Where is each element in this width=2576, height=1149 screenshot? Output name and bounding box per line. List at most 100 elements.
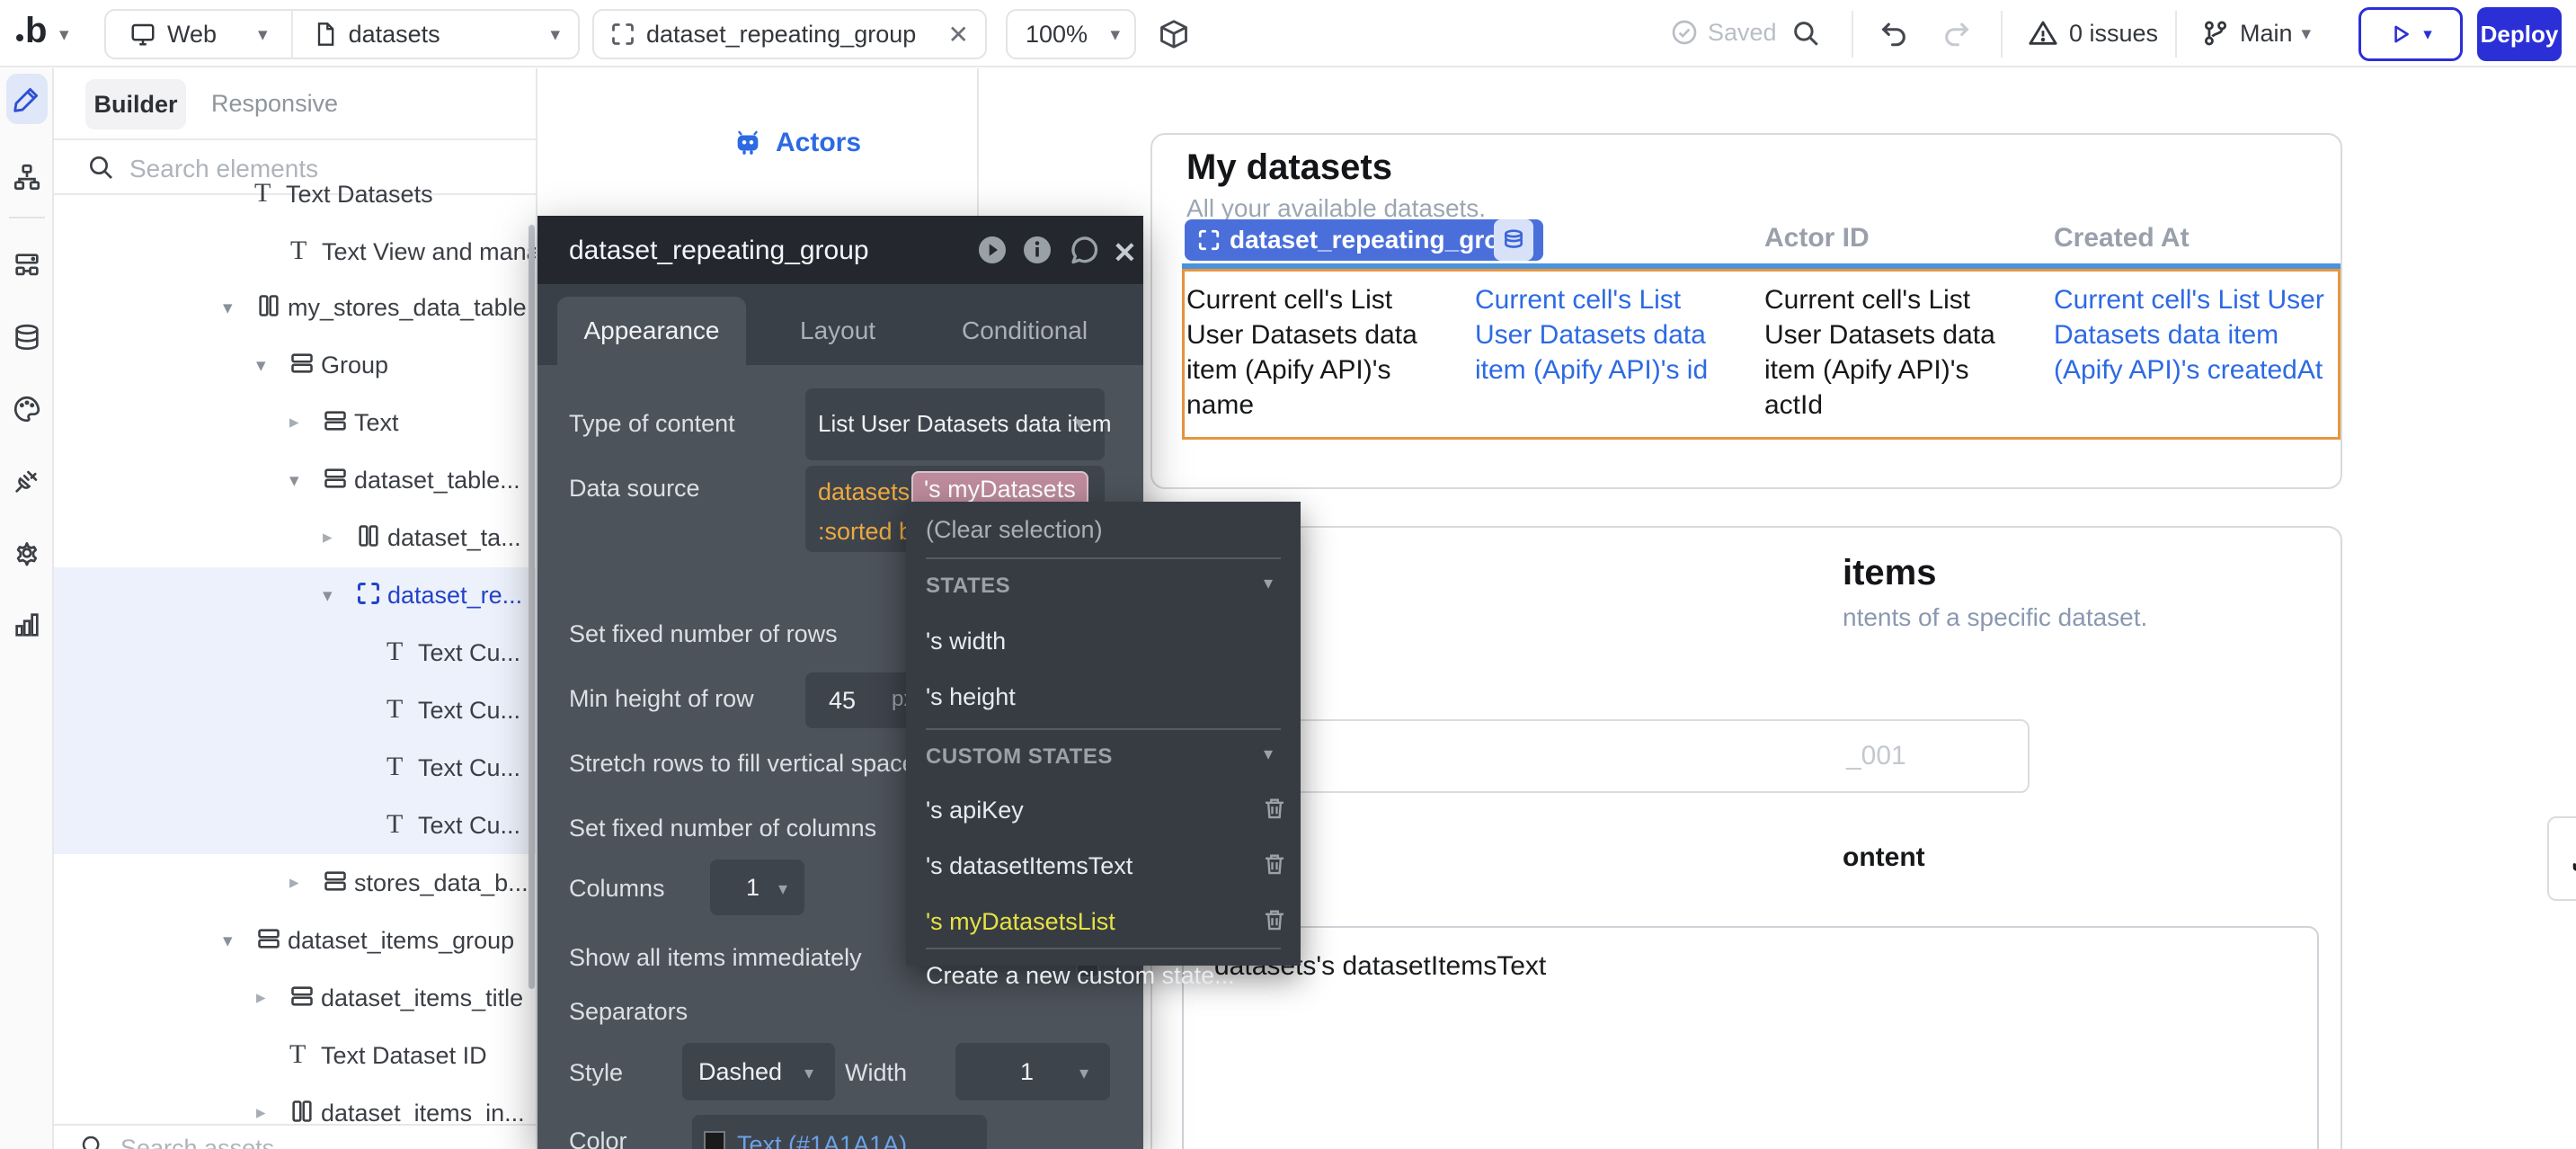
actors-link-label: Actors bbox=[776, 128, 861, 158]
plugins-plug-icon[interactable] bbox=[12, 466, 42, 496]
data-source-chip[interactable] bbox=[1494, 219, 1533, 261]
settings-gear-icon[interactable] bbox=[12, 538, 42, 568]
tree-row-text-cu-1[interactable]: T Text Cu... bbox=[54, 624, 537, 681]
branch-chevron-icon: ▾ bbox=[2302, 24, 2312, 43]
create-custom-state-item[interactable]: Create a new custom state... bbox=[926, 962, 1235, 990]
tree-row-text[interactable]: ▸ Text bbox=[54, 394, 537, 451]
styles-palette-icon[interactable] bbox=[12, 394, 42, 424]
rg-cell-createdat[interactable]: Current cell's List User Datasets data i… bbox=[2054, 282, 2328, 387]
tree-row-dataset-items-title[interactable]: ▸ dataset_items_title bbox=[54, 969, 537, 1027]
issues-label: 0 issues bbox=[2069, 20, 2158, 48]
selected-element-badge[interactable]: dataset_repeating_group bbox=[1185, 219, 1543, 261]
tree-row-text-cu-2[interactable]: T Text Cu... bbox=[54, 681, 537, 739]
actors-nav-link[interactable]: Actors bbox=[733, 128, 861, 158]
rg-cell-actid[interactable]: Current cell's List User Datasets data i… bbox=[1764, 282, 2021, 423]
columns-select[interactable]: 1 ▾ bbox=[710, 860, 804, 915]
search-icon[interactable] bbox=[1790, 18, 1821, 49]
close-inspector-icon[interactable]: ✕ bbox=[1113, 236, 1137, 270]
rg-cell-name[interactable]: Current cell's List User Datasets data i… bbox=[1186, 282, 1456, 423]
toolbar-divider-2 bbox=[2001, 11, 2003, 58]
state-datasetitemstext-item[interactable]: 's datasetItemsText bbox=[926, 852, 1133, 880]
tab-builder[interactable]: Builder bbox=[85, 79, 186, 129]
undo-icon[interactable] bbox=[1879, 18, 1909, 49]
tab-appearance[interactable]: Appearance bbox=[557, 297, 746, 365]
dataset-content-label: ontent bbox=[1843, 842, 1925, 873]
tree-scrollbar[interactable] bbox=[529, 225, 535, 989]
info-icon[interactable] bbox=[1021, 234, 1053, 266]
deploy-button[interactable]: Deploy bbox=[2477, 7, 2562, 61]
tab-layout[interactable]: Layout bbox=[800, 316, 875, 345]
actor-robot-icon bbox=[733, 128, 763, 158]
bubble-logo[interactable]: b bbox=[16, 13, 47, 49]
preview-element-icon[interactable] bbox=[976, 234, 1008, 266]
download-csv-button[interactable]: Download as CSV bbox=[2547, 816, 2576, 901]
issues-indicator[interactable]: 0 issues bbox=[2028, 18, 2158, 49]
width-select[interactable]: 1 ▾ bbox=[955, 1043, 1110, 1100]
zoom-selector[interactable]: 100% ▾ bbox=[1006, 9, 1136, 59]
dropdown-divider-1 bbox=[926, 557, 1281, 559]
delete-apikey-icon[interactable] bbox=[1261, 795, 1288, 822]
tab-responsive[interactable]: Responsive bbox=[211, 90, 338, 118]
database-icon[interactable] bbox=[12, 322, 42, 352]
page-selector[interactable]: datasets bbox=[349, 21, 440, 49]
color-picker[interactable]: Text (#1A1A1A) bbox=[692, 1115, 987, 1149]
logs-chart-icon[interactable] bbox=[12, 610, 42, 640]
tree-row-text-cu-4[interactable]: T Text Cu... bbox=[54, 797, 537, 854]
delete-datasetitemstext-icon[interactable] bbox=[1261, 851, 1288, 877]
tree-row-text-cu-3[interactable]: T Text Cu... bbox=[54, 739, 537, 797]
custom-states-collapse-icon[interactable]: ▾ bbox=[1264, 743, 1273, 765]
element-tab[interactable]: dataset_repeating_group ✕ bbox=[592, 9, 987, 59]
preview-button[interactable]: ▾ bbox=[2358, 7, 2463, 61]
state-height-item[interactable]: 's height bbox=[926, 683, 1016, 711]
tree-row-group[interactable]: ▾ Group bbox=[54, 336, 537, 394]
rg-cell-id[interactable]: Current cell's List User Datasets data i… bbox=[1475, 282, 1731, 387]
tree-row-dataset-repeating-group[interactable]: ▾ dataset_re... bbox=[54, 566, 537, 624]
state-width-item[interactable]: 's width bbox=[926, 628, 1006, 655]
tree-row-stores-data-b[interactable]: ▸ stores_data_b... bbox=[54, 854, 537, 912]
type-of-content-caret-icon: ▾ bbox=[1075, 412, 1084, 434]
tree-row-text-dataset-id[interactable]: T Text Dataset ID bbox=[54, 1027, 537, 1084]
states-section-header[interactable]: STATES bbox=[926, 574, 1010, 599]
tree-row-dataset-table[interactable]: ▾ dataset_table... bbox=[54, 451, 537, 509]
min-height-label: Min height of row bbox=[569, 685, 754, 713]
close-tab-icon[interactable]: ✕ bbox=[948, 20, 969, 49]
deploy-label: Deploy bbox=[2481, 21, 2559, 49]
inspector-titlebar[interactable]: dataset_repeating_group ✕ bbox=[537, 216, 1143, 284]
type-of-content-select[interactable]: List User Datasets data item ▾ bbox=[805, 388, 1105, 460]
style-select[interactable]: Dashed ▾ bbox=[682, 1043, 835, 1100]
tree-row-dataset-ta[interactable]: ▸ dataset_ta... bbox=[54, 509, 537, 566]
comment-icon[interactable] bbox=[1068, 234, 1100, 266]
platform-chevron-icon[interactable]: ▾ bbox=[258, 25, 268, 44]
search-assets-input[interactable]: Search assets bbox=[120, 1135, 274, 1149]
states-collapse-icon[interactable]: ▾ bbox=[1264, 572, 1273, 594]
saved-check-icon bbox=[1670, 18, 1699, 47]
page-chevron-icon[interactable]: ▾ bbox=[550, 25, 560, 44]
tree-row-my-stores-data-table[interactable]: ▾ my_stores_data_table bbox=[54, 279, 537, 336]
redo-icon[interactable] bbox=[1941, 18, 1972, 49]
tree-row-text-view[interactable]: T Text View and mana... bbox=[54, 223, 537, 281]
tab-conditional[interactable]: Conditional bbox=[962, 316, 1088, 345]
warning-triangle-icon bbox=[2028, 18, 2058, 49]
tree-row-dataset-items-group[interactable]: ▾ dataset_items_group bbox=[54, 912, 537, 969]
toolbar-divider-3 bbox=[2175, 11, 2177, 58]
state-mydatasetslist-item[interactable]: 's myDatasetsList bbox=[926, 908, 1115, 936]
design-pencil-icon[interactable] bbox=[12, 84, 42, 114]
logo-menu-chevron[interactable]: ▾ bbox=[59, 25, 69, 44]
columns-element-icon bbox=[256, 293, 281, 318]
components-icon[interactable] bbox=[12, 250, 42, 281]
custom-states-section-header[interactable]: CUSTOM STATES bbox=[926, 744, 1113, 770]
dataset-id-input[interactable]: _001 bbox=[1186, 719, 2030, 793]
clear-selection-item[interactable]: (Clear selection) bbox=[926, 516, 1103, 544]
width-label: Width bbox=[845, 1059, 907, 1087]
tree-row-text-datasets[interactable]: T Text Datasets bbox=[54, 165, 537, 223]
platform-selector[interactable]: Web bbox=[167, 21, 217, 49]
workflow-sitemap-icon[interactable] bbox=[12, 162, 42, 192]
state-apikey-item[interactable]: 's apiKey bbox=[926, 797, 1024, 824]
branch-selector[interactable]: Main ▾ bbox=[2200, 18, 2311, 49]
component-cube-icon[interactable] bbox=[1158, 18, 1190, 50]
save-status: Saved bbox=[1670, 18, 1777, 47]
style-value: Dashed bbox=[698, 1058, 782, 1086]
columns-label: Columns bbox=[569, 875, 665, 903]
download-icon bbox=[2570, 844, 2576, 873]
delete-mydatasetslist-icon[interactable] bbox=[1261, 906, 1288, 933]
